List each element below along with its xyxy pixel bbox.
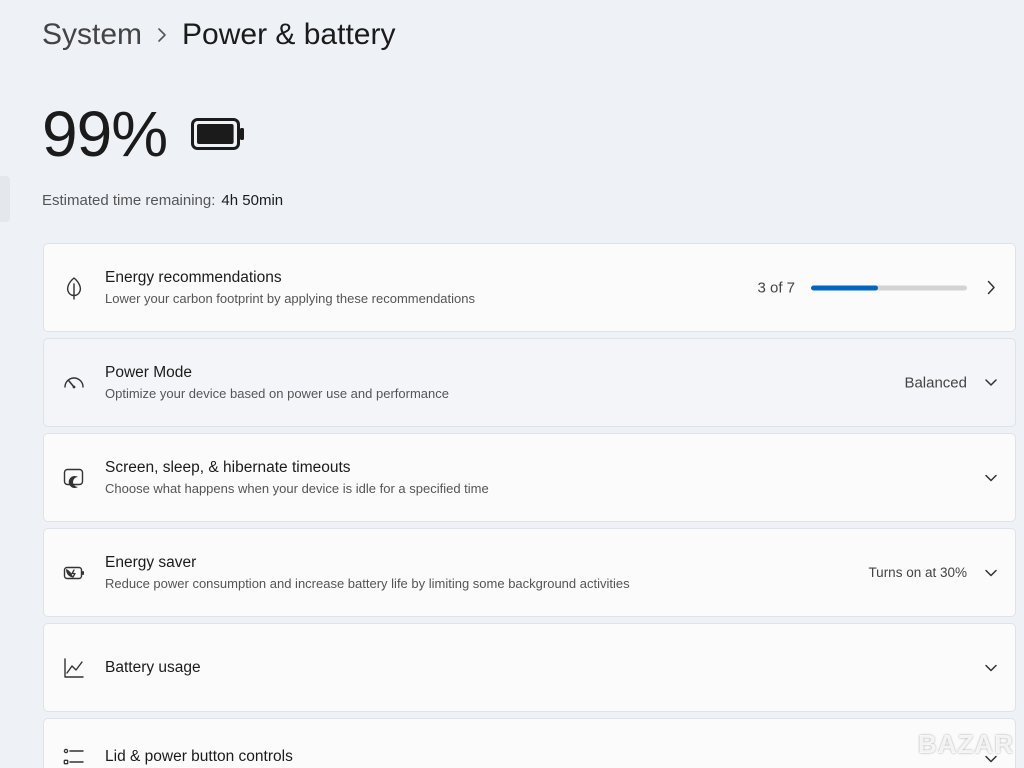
- page-title: Power & battery: [182, 18, 396, 51]
- chevron-down-icon: [983, 660, 999, 676]
- energy-recommendations-status: 3 of 7: [757, 279, 999, 296]
- energy-recommendations-text: Energy recommendations Lower your carbon…: [105, 268, 475, 308]
- energy-recommendations-title: Energy recommendations: [105, 268, 282, 286]
- power-mode-title: Power Mode: [105, 363, 193, 381]
- recommendations-count: 3 of 7: [757, 279, 795, 296]
- settings-page: System Power & battery 99% Estimated tim…: [0, 0, 1024, 768]
- power-mode-description: Optimize your device based on power use …: [105, 385, 449, 401]
- energy-saver-expand[interactable]: Turns on at 30%: [868, 565, 999, 581]
- lid-power-text: Lid & power button controls: [105, 747, 293, 767]
- battery-percentage: 99%: [42, 98, 168, 170]
- battery-usage-title: Battery usage: [105, 658, 201, 676]
- battery-icon: [191, 117, 245, 151]
- chevron-down-icon: [983, 565, 999, 581]
- screen-sleep-card[interactable]: Screen, sleep, & hibernate timeouts Choo…: [43, 433, 1016, 522]
- energy-saver-title: Energy saver: [105, 553, 197, 571]
- settings-list: Energy recommendations Lower your carbon…: [43, 243, 1016, 768]
- screen-sleep-title: Screen, sleep, & hibernate timeouts: [105, 458, 351, 476]
- power-mode-value: Balanced: [904, 374, 967, 391]
- screen-sleep-icon: [62, 466, 86, 490]
- power-mode-dropdown[interactable]: Balanced: [904, 374, 999, 391]
- battery-usage-card[interactable]: Battery usage: [43, 623, 1016, 712]
- estimated-time-remaining: Estimated time remaining: 4h 50min: [42, 192, 283, 209]
- screen-sleep-expand[interactable]: [983, 470, 999, 486]
- energy-recommendations-description: Lower your carbon footprint by applying …: [105, 290, 475, 306]
- list-icon: [62, 745, 86, 768]
- lid-power-title: Lid & power button controls: [105, 748, 293, 765]
- screen-sleep-text: Screen, sleep, & hibernate timeouts Choo…: [105, 458, 489, 498]
- recommendations-progress-fill: [811, 285, 878, 290]
- breadcrumb-system-link[interactable]: System: [42, 18, 142, 52]
- battery-summary: 99%: [42, 96, 245, 172]
- energy-saver-text: Energy saver Reduce power consumption an…: [105, 553, 630, 593]
- bazar-watermark: BAZAR: [918, 729, 1014, 759]
- screen-sleep-description: Choose what happens when your device is …: [105, 480, 489, 496]
- nav-pane-edge[interactable]: [0, 176, 10, 222]
- leaf-icon: [62, 276, 86, 300]
- energy-saver-value: Turns on at 30%: [868, 565, 967, 580]
- recommendations-progress-bar: [811, 285, 967, 290]
- energy-saver-icon: [62, 561, 86, 585]
- power-mode-card[interactable]: Power Mode Optimize your device based on…: [43, 338, 1016, 427]
- breadcrumb: System Power & battery: [42, 12, 395, 58]
- chevron-right-icon: [142, 27, 182, 43]
- chevron-down-icon: [983, 375, 999, 391]
- time-remaining-label: Estimated time remaining:: [42, 192, 216, 209]
- power-mode-text: Power Mode Optimize your device based on…: [105, 363, 449, 403]
- time-remaining-value: 4h 50min: [221, 192, 284, 209]
- chevron-right-icon: [983, 280, 999, 296]
- energy-recommendations-card[interactable]: Energy recommendations Lower your carbon…: [43, 243, 1016, 332]
- chevron-down-icon: [983, 470, 999, 486]
- chart-icon: [62, 656, 86, 680]
- speedometer-icon: [62, 371, 86, 395]
- battery-usage-expand[interactable]: [983, 660, 999, 676]
- energy-saver-description: Reduce power consumption and increase ba…: [105, 575, 630, 591]
- energy-saver-card[interactable]: Energy saver Reduce power consumption an…: [43, 528, 1016, 617]
- lid-power-card[interactable]: Lid & power button controls: [43, 718, 1016, 768]
- battery-usage-text: Battery usage: [105, 658, 201, 678]
